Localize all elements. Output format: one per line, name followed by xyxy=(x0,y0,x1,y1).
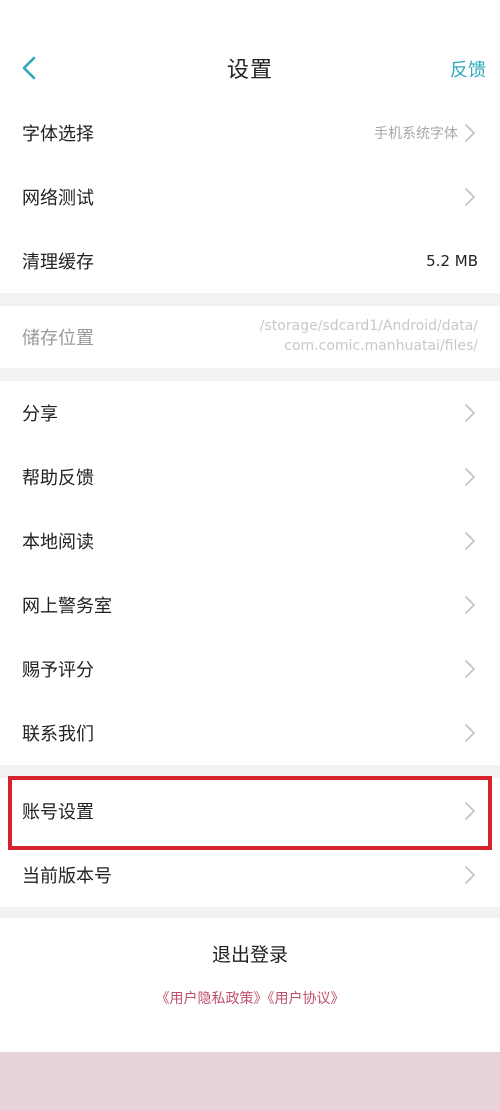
share-row[interactable]: 分享 xyxy=(0,381,500,445)
account-settings-label: 账号设置 xyxy=(22,802,94,823)
top-bar: 设置 反馈 xyxy=(0,30,500,108)
section-divider xyxy=(0,765,500,778)
contact-us-label: 联系我们 xyxy=(22,724,94,745)
rate-app-label: 赐予评分 xyxy=(22,660,94,681)
chevron-right-icon xyxy=(464,801,476,821)
bottom-band xyxy=(0,1052,500,1111)
font-selection-value: 手机系统字体 xyxy=(374,126,458,142)
chevron-right-icon xyxy=(464,865,476,885)
chevron-right-icon xyxy=(464,467,476,487)
storage-path-line: /storage/sdcard1/Android/data/ xyxy=(259,318,478,334)
share-label: 分享 xyxy=(22,404,58,425)
network-test-row[interactable]: 网络测试 xyxy=(0,165,500,229)
online-police-row[interactable]: 网上警务室 xyxy=(0,573,500,637)
section-divider xyxy=(0,293,500,306)
font-selection-label: 字体选择 xyxy=(22,124,94,145)
help-feedback-row[interactable]: 帮助反馈 xyxy=(0,445,500,509)
feedback-button[interactable]: 反馈 xyxy=(450,56,486,82)
storage-path: /storage/sdcard1/Android/data/ com.comic… xyxy=(260,316,478,356)
online-police-label: 网上警务室 xyxy=(22,596,112,617)
clear-cache-row[interactable]: 清理缓存 5.2 MB xyxy=(0,229,500,293)
chevron-right-icon xyxy=(464,659,476,679)
storage-location-row: 储存位置 /storage/sdcard1/Android/data/ com.… xyxy=(0,306,500,368)
storage-location-label: 储存位置 xyxy=(22,328,94,349)
user-agreement-link[interactable]: 《用户协议》 xyxy=(268,991,345,1007)
rate-app-row[interactable]: 赐予评分 xyxy=(0,637,500,701)
local-reading-row[interactable]: 本地阅读 xyxy=(0,509,500,573)
section-divider xyxy=(0,368,500,381)
local-reading-label: 本地阅读 xyxy=(22,532,94,553)
chevron-right-icon xyxy=(464,187,476,207)
section-divider xyxy=(0,907,500,918)
chevron-right-icon xyxy=(464,531,476,551)
help-feedback-label: 帮助反馈 xyxy=(22,468,94,489)
contact-us-row[interactable]: 联系我们 xyxy=(0,701,500,765)
account-settings-row[interactable]: 账号设置 xyxy=(0,779,500,843)
chevron-right-icon xyxy=(464,723,476,743)
privacy-policy-link[interactable]: 《用户隐私政策》 xyxy=(156,991,268,1007)
network-test-label: 网络测试 xyxy=(22,188,94,209)
policy-links: 《用户隐私政策》《用户协议》 xyxy=(0,988,500,1008)
logout-button[interactable]: 退出登录 xyxy=(0,940,500,967)
current-version-row[interactable]: 当前版本号 xyxy=(0,843,500,907)
font-selection-row[interactable]: 字体选择 手机系统字体 xyxy=(0,101,500,165)
cache-size-value: 5.2 MB xyxy=(426,252,478,270)
current-version-label: 当前版本号 xyxy=(22,866,112,887)
chevron-right-icon xyxy=(464,123,476,143)
chevron-right-icon xyxy=(464,595,476,615)
footer: 退出登录 《用户隐私政策》《用户协议》 xyxy=(0,918,500,1052)
storage-path-line: com.comic.manhuatai/files/ xyxy=(284,338,478,354)
page-title: 设置 xyxy=(226,58,273,83)
chevron-right-icon xyxy=(464,403,476,423)
clear-cache-label: 清理缓存 xyxy=(22,252,94,273)
